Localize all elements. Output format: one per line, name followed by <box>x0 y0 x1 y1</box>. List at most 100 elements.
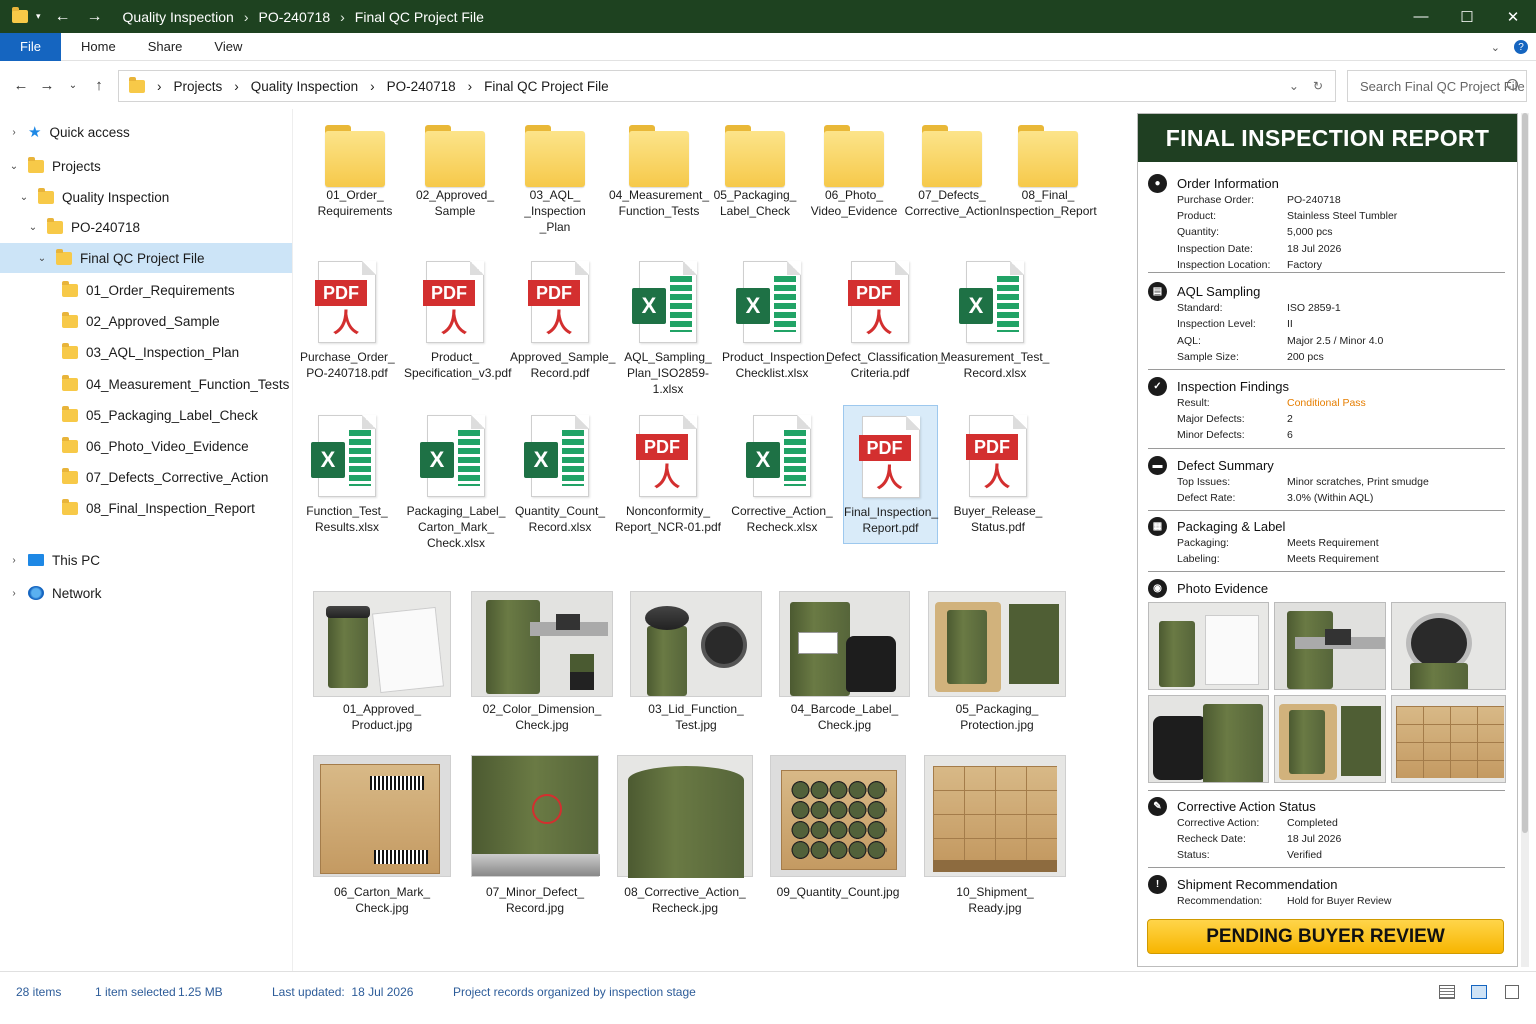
help-icon[interactable]: ? <box>1514 40 1528 54</box>
chevron-down-icon[interactable]: ⌄ <box>18 192 30 203</box>
photo-thumbnail[interactable] <box>924 755 1066 877</box>
tab-share[interactable]: Share <box>132 39 199 54</box>
chevron-right-icon[interactable]: › <box>8 588 20 599</box>
address-dropdown-icon[interactable]: ⌄ <box>1289 79 1299 93</box>
recent-locations-icon[interactable]: ⌄ <box>60 80 86 91</box>
pdf-file-item-selected[interactable]: PDF 人 Final_Inspection_ Report.pdf <box>843 405 938 544</box>
close-button[interactable]: ✕ <box>1490 0 1536 33</box>
folder-item[interactable]: 04_Measurement_ Function_Tests <box>604 109 714 249</box>
maximize-button[interactable]: ☐ <box>1444 0 1490 33</box>
evidence-photo[interactable] <box>1274 602 1386 690</box>
tab-home[interactable]: Home <box>65 39 132 54</box>
photo-thumbnail[interactable] <box>313 591 451 697</box>
pdf-icon: PDF 人 <box>858 416 920 498</box>
tab-file[interactable]: File <box>0 32 61 61</box>
evidence-photo[interactable] <box>1391 602 1506 690</box>
xlsx-file-item[interactable]: X Measurement_Test_ Record.xlsx <box>940 261 1050 389</box>
pdf-file-item[interactable]: PDF 人 Nonconformity_ Report_NCR-01.pdf <box>612 415 724 555</box>
folder-label: 03_AQL_ _Inspection _Plan <box>524 188 586 234</box>
xlsx-file-item[interactable]: X Function_Test_ Results.xlsx <box>300 415 394 555</box>
excel-icon: X <box>746 415 811 497</box>
evidence-photo[interactable] <box>1148 602 1269 690</box>
folder-item[interactable]: 07_Defects_ Corrective_Action <box>902 109 1002 249</box>
folder-item[interactable]: 03_AQL_ _Inspection _Plan <box>506 109 604 249</box>
pdf-file-item[interactable]: PDF 人 Product_ Specification_v3.pdf <box>404 261 511 389</box>
refresh-icon[interactable]: ↻ <box>1313 79 1323 93</box>
chevron-down-icon[interactable]: ⌄ <box>8 161 20 172</box>
folder-icon <box>1018 125 1078 187</box>
sidebar-item-this-pc[interactable]: › This PC <box>8 545 100 575</box>
pdf-file-item[interactable]: PDF 人 Defect_Classification_ Criteria.pdf <box>826 261 945 389</box>
folder-item[interactable]: 08_Final_ Inspection_Report <box>998 109 1098 249</box>
xlsx-file-item[interactable]: X Corrective_Action_ Recheck.xlsx <box>730 415 834 555</box>
address-crumb-po[interactable]: PO-240718 <box>387 79 456 94</box>
chevron-down-icon[interactable]: ⌄ <box>36 253 48 264</box>
back-arrow-icon[interactable]: ← <box>55 8 71 26</box>
sidebar-item-quick-access[interactable]: › ★ Quick access <box>8 117 129 147</box>
excel-icon: X <box>959 261 1024 343</box>
ribbon: File Home Share View ⌄ ? <box>0 32 1536 61</box>
expand-ribbon-icon[interactable]: ⌄ <box>1491 41 1500 54</box>
photo-thumbnail[interactable] <box>928 591 1066 697</box>
photo-thumbnail[interactable] <box>770 755 906 877</box>
chevron-right-icon[interactable]: › <box>8 127 20 138</box>
pdf-file-item[interactable]: PDF 人 Approved_Sample_ Record.pdf <box>510 261 615 389</box>
section-order-information: ● Order Information Purchase Order: PO-24… <box>1148 174 1505 273</box>
back-button[interactable]: ← <box>8 77 34 94</box>
sidebar-item-po[interactable]: ⌄ PO-240718 <box>27 212 140 242</box>
sidebar-item-projects[interactable]: ⌄ Projects <box>8 151 101 181</box>
sidebar-item-subfolder[interactable]: 03_AQL_Inspection_Plan <box>62 337 239 367</box>
xlsx-file-item[interactable]: X Product_Inspection_ Checklist.xlsx <box>722 261 831 389</box>
minimize-button[interactable]: — <box>1398 0 1444 33</box>
address-crumb-final-qc[interactable]: Final QC Project File <box>484 79 609 94</box>
sidebar-item-network[interactable]: › Network <box>8 578 101 608</box>
preview-pane-toggle-icon[interactable] <box>1505 985 1519 999</box>
sidebar-item-final-qc[interactable]: ⌄ Final QC Project File <box>0 243 292 273</box>
folder-item[interactable]: 02_Approved_ Sample <box>406 109 504 249</box>
folder-item[interactable]: 01_Order_ Requirements <box>306 109 404 249</box>
pdf-file-item[interactable]: PDF 人 Purchase_Order_ PO-240718.pdf <box>300 261 395 389</box>
quick-access-dropdown-icon[interactable]: ▾ <box>36 11 41 22</box>
large-icons-view-icon[interactable] <box>1471 985 1487 999</box>
evidence-photo[interactable] <box>1391 695 1506 783</box>
search-input[interactable]: Search Final QC Project File <box>1347 70 1527 102</box>
chevron-down-icon[interactable]: ⌄ <box>27 222 39 233</box>
address-crumb-projects[interactable]: Projects <box>174 79 223 94</box>
photo-thumbnail[interactable] <box>313 755 451 877</box>
sidebar-item-subfolder[interactable]: 05_Packaging_Label_Check <box>62 400 258 430</box>
scrollbar-thumb[interactable] <box>1522 113 1528 833</box>
photo-thumbnail[interactable] <box>617 755 753 878</box>
chevron-right-icon[interactable]: › <box>8 555 20 566</box>
file-label: Measurement_Test_ Record.xlsx <box>940 350 1050 380</box>
sidebar-item-quality-inspection[interactable]: ⌄ Quality Inspection <box>18 182 169 212</box>
photo-thumbnail[interactable] <box>471 591 613 697</box>
sidebar-item-subfolder[interactable]: 07_Defects_Corrective_Action <box>62 462 268 492</box>
up-button[interactable]: ↑ <box>86 77 112 94</box>
details-view-icon[interactable] <box>1439 985 1455 999</box>
sidebar-item-subfolder[interactable]: 04_Measurement_Function_Tests <box>62 369 289 399</box>
folder-item[interactable]: 05_Packaging_ Label_Check <box>708 109 802 249</box>
evidence-photo[interactable] <box>1274 695 1386 783</box>
sidebar-item-subfolder[interactable]: 01_Order_Requirements <box>62 275 235 305</box>
tab-view[interactable]: View <box>198 39 258 54</box>
xlsx-file-item[interactable]: X Packaging_Label_ Carton_Mark_ Check.xls… <box>406 415 506 555</box>
photo-thumbnail[interactable] <box>630 591 762 697</box>
address-crumb-quality-inspection[interactable]: Quality Inspection <box>251 79 358 94</box>
preview-scrollbar[interactable] <box>1521 113 1529 967</box>
xlsx-file-item[interactable]: X AQL_Sampling_ Plan_ISO2859-1.xlsx <box>612 261 724 396</box>
address-bar[interactable]: › Projects › Quality Inspection › PO-240… <box>118 70 1336 102</box>
forward-button[interactable]: → <box>34 77 60 94</box>
photo-thumbnail[interactable] <box>779 591 910 697</box>
folder-item[interactable]: 06_Photo_ Video_Evidence <box>804 109 904 249</box>
evidence-photo[interactable] <box>1148 695 1269 783</box>
sidebar-item-subfolder[interactable]: 02_Approved_Sample <box>62 306 220 336</box>
pdf-file-item[interactable]: PDF 人 Buyer_Release_ Status.pdf <box>948 415 1048 555</box>
pending-review-button[interactable]: PENDING BUYER REVIEW <box>1147 919 1504 954</box>
xlsx-file-item[interactable]: X Quantity_Count_ Record.xlsx <box>510 415 610 555</box>
sidebar-item-subfolder[interactable]: 08_Final_Inspection_Report <box>62 493 255 523</box>
photo-thumbnail[interactable] <box>471 755 600 877</box>
forward-arrow-icon[interactable]: → <box>87 8 103 26</box>
sidebar-item-subfolder[interactable]: 06_Photo_Video_Evidence <box>62 431 249 461</box>
folder-icon <box>629 125 689 187</box>
chevron-right-icon: › <box>243 8 249 25</box>
